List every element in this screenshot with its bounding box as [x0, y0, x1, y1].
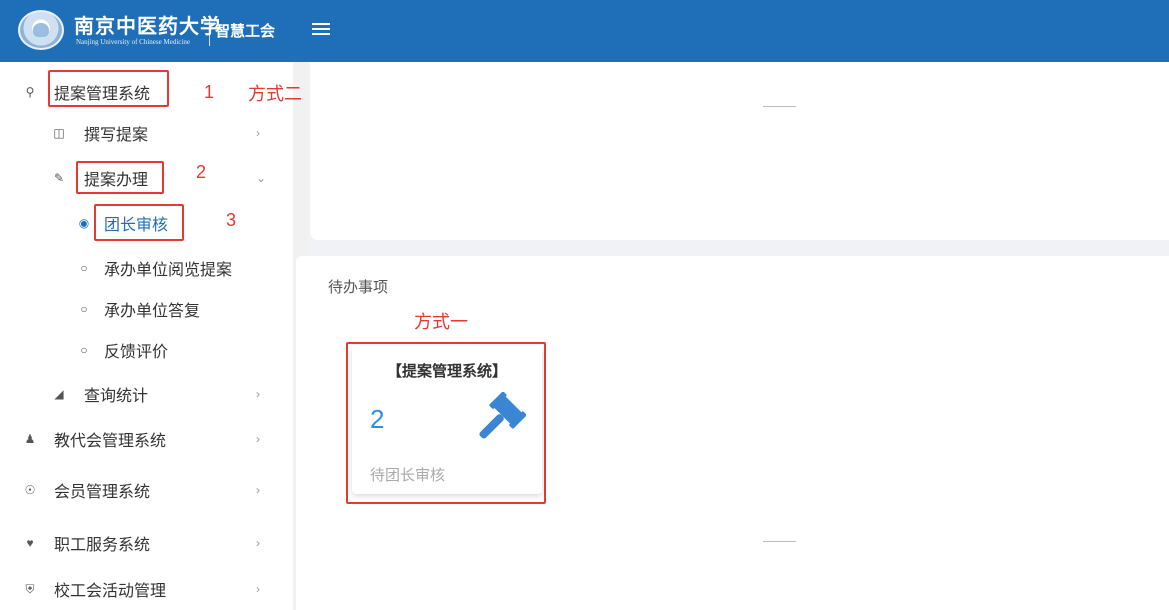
chevron-right-icon: ›: [256, 582, 260, 596]
todo-title: 待办事项: [328, 279, 389, 296]
chevron-right-icon: ›: [256, 387, 260, 401]
heart-icon: ♥: [26, 536, 34, 550]
card-subtitle: 待团长审核: [370, 467, 446, 484]
edit-icon: ✎: [53, 171, 65, 185]
sidebar-item-member-system[interactable]: ☉ 会员管理系统 ›: [0, 465, 293, 515]
sidebar-item-union-activity[interactable]: ⛨ 校工会活动管理 ›: [0, 564, 293, 610]
sidebar-item-label: 撰写提案: [84, 127, 149, 144]
top-panel: [310, 62, 1169, 240]
shield-icon: ⛨: [25, 581, 35, 596]
area-chart-icon: ◢: [54, 387, 64, 401]
annotation-number-2: 2: [196, 162, 207, 182]
radio-icon: ○: [80, 261, 88, 275]
radio-icon: ○: [80, 343, 88, 357]
sidebar-item-label: 反馈评价: [104, 344, 169, 361]
brand-name-cn: 南京中医药大学: [74, 14, 221, 38]
chevron-right-icon: ›: [256, 126, 260, 140]
card-title: 【提案管理系统】: [386, 363, 507, 380]
chevron-right-icon: ›: [256, 483, 260, 497]
annotation-method-1: 方式一: [414, 312, 468, 332]
chevron-right-icon: ›: [256, 536, 260, 550]
university-logo-icon: [18, 10, 64, 50]
sidebar-item-staff-service[interactable]: ♥ 职工服务系统 ›: [0, 518, 293, 568]
divider: [763, 541, 796, 542]
sidebar-item-label: 承办单位答复: [104, 303, 201, 320]
columns-icon: ◫: [53, 126, 65, 140]
sidebar-item-label: 提案办理: [84, 172, 149, 189]
radio-checked-icon: ◉: [78, 216, 90, 230]
sidebar-item-label: 团长审核: [104, 217, 169, 234]
sidebar-item-proposal-handling[interactable]: ✎ 提案办理 ⌄: [0, 153, 293, 203]
brand-divider: [209, 16, 210, 46]
brand-name-en: Nanjing University of Chinese Medicine: [76, 38, 190, 46]
divider: [763, 106, 796, 107]
hamburger-icon[interactable]: [312, 20, 330, 40]
lightbulb-icon: ⚲: [25, 85, 35, 99]
sidebar-item-label: 教代会管理系统: [54, 433, 167, 450]
annotation-number-1: 1: [204, 82, 215, 102]
chevron-right-icon: ›: [256, 432, 260, 446]
sidebar-item-label: 提案管理系统: [54, 86, 151, 103]
users-icon: ♟: [24, 432, 36, 446]
sidebar-item-query-stats[interactable]: ◢ 查询统计 ›: [0, 369, 293, 419]
user-circle-icon: ☉: [24, 483, 36, 497]
chevron-down-icon: ⌄: [256, 171, 267, 185]
gavel-icon: [479, 392, 526, 439]
annotation-number-3: 3: [226, 210, 237, 230]
sidebar-item-label: 职工服务系统: [54, 537, 151, 554]
top-header: 南京中医药大学 Nanjing University of Chinese Me…: [0, 0, 1169, 62]
sidebar-item-write-proposal[interactable]: ◫ 撰写提案 ›: [0, 108, 293, 158]
sidebar-item-feedback[interactable]: ○ 反馈评价: [0, 325, 293, 375]
sidebar-item-label: 查询统计: [84, 388, 149, 405]
radio-icon: ○: [80, 302, 88, 316]
system-name: 智慧工会: [215, 23, 276, 40]
sidebar-item-congress-system[interactable]: ♟ 教代会管理系统 ›: [0, 414, 293, 464]
sidebar-item-label: 校工会活动管理: [54, 583, 167, 600]
card-count: 2: [370, 404, 385, 434]
sidebar-item-leader-review[interactable]: ◉ 团长审核: [0, 198, 293, 248]
annotation-method-2: 方式二: [248, 84, 302, 104]
sidebar-item-label: 承办单位阅览提案: [104, 262, 233, 279]
sidebar-item-label: 会员管理系统: [54, 484, 151, 501]
